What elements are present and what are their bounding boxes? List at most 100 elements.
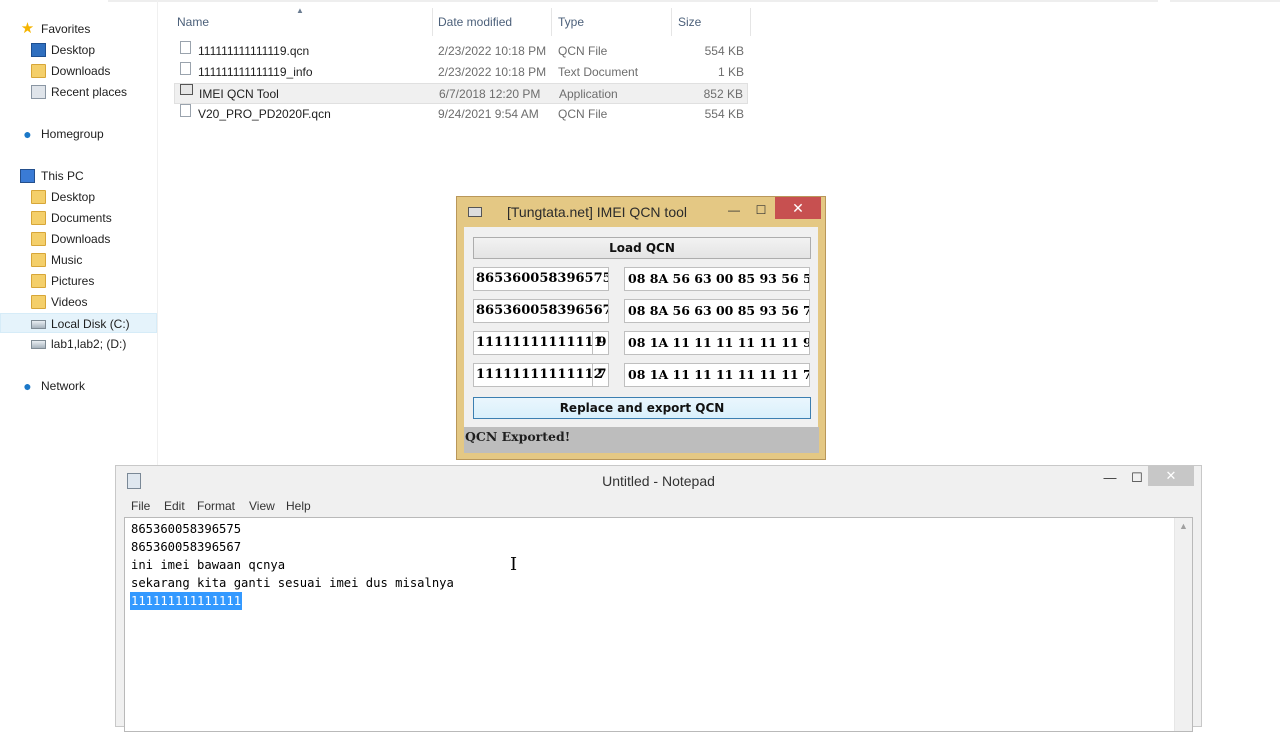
- nav-label: Desktop: [51, 43, 96, 57]
- nav-label: Downloads: [51, 232, 111, 246]
- file-date: 6/7/2018 12:20 PM: [439, 87, 541, 101]
- load-qcn-button[interactable]: Load QCN: [473, 237, 811, 259]
- text-editor-area[interactable]: 865360058396575 865360058396567 ini imei…: [124, 517, 1193, 732]
- nav-drive-d[interactable]: lab1,lab2; (D:): [0, 334, 157, 354]
- nav-label: Downloads: [51, 64, 111, 78]
- selected-text-line: 111111111111111: [130, 592, 243, 610]
- nav-pc-desktop[interactable]: Desktop: [0, 187, 157, 207]
- new-hex2-field[interactable]: 08 1A 11 11 11 11 11 11 72: [624, 363, 810, 387]
- text-line: 865360058396567: [131, 540, 242, 554]
- nav-label: Desktop: [51, 190, 96, 204]
- new-imei1-check-digit: 9: [592, 332, 608, 354]
- folder-icon: [31, 64, 46, 78]
- nav-pictures[interactable]: Pictures: [0, 271, 157, 291]
- column-header-type[interactable]: Type: [558, 0, 584, 44]
- maximize-icon[interactable]: ☐: [748, 201, 774, 219]
- scroll-up-icon[interactable]: ▲: [1175, 518, 1192, 535]
- minimize-icon[interactable]: —: [721, 201, 747, 219]
- replace-export-button[interactable]: Replace and export QCN: [473, 397, 811, 419]
- close-icon[interactable]: ✕: [1148, 466, 1194, 486]
- network-icon: ●: [23, 378, 32, 394]
- new-imei1-digits: 11111111111111: [476, 335, 603, 350]
- folder-icon: [31, 253, 46, 267]
- folder-icon: [31, 295, 46, 309]
- nav-label: Pictures: [51, 274, 95, 288]
- menu-edit[interactable]: Edit: [164, 496, 185, 516]
- star-icon: ★: [20, 20, 35, 37]
- file-name: 111111111111119_info: [198, 65, 313, 79]
- qcn-tool-window: [Tungtata.net] IMEI QCN tool — ☐ ✕ Load …: [456, 196, 826, 460]
- imei2-field[interactable]: 865360058396567: [473, 299, 609, 323]
- text-line: sekarang kita ganti sesuai imei dus misa…: [131, 576, 454, 590]
- file-size: 1 KB: [717, 65, 744, 79]
- new-imei2-field[interactable]: 11111111111112 7: [473, 363, 609, 387]
- toolbar-edge: [108, 0, 1158, 2]
- hex2-field[interactable]: 08 8A 56 63 00 85 93 56 76: [624, 299, 810, 323]
- text-line: ini imei bawaan qcnya: [131, 558, 286, 572]
- column-divider[interactable]: [750, 8, 751, 36]
- column-divider[interactable]: [551, 8, 552, 36]
- nav-favorites[interactable]: ★ Favorites: [0, 19, 157, 39]
- nav-homegroup[interactable]: ● Homegroup: [0, 124, 157, 144]
- column-header-size[interactable]: Size: [678, 0, 701, 44]
- column-header-name[interactable]: Name: [177, 0, 209, 44]
- menu-format[interactable]: Format: [197, 496, 235, 516]
- menu-view[interactable]: View: [249, 496, 275, 516]
- folder-icon: [31, 274, 46, 288]
- file-type: QCN File: [558, 44, 608, 58]
- disk-icon: [31, 340, 46, 349]
- nav-label: Documents: [51, 211, 112, 225]
- qcn-title-bar[interactable]: [Tungtata.net] IMEI QCN tool — ☐ ✕: [457, 197, 825, 227]
- notepad-window: Untitled - Notepad — ☐ ✕ File Edit Forma…: [115, 465, 1202, 732]
- nav-recent-places[interactable]: Recent places: [0, 82, 157, 102]
- hex1-field[interactable]: 08 8A 56 63 00 85 93 56 57: [624, 267, 810, 291]
- qcn-window-title: [Tungtata.net] IMEI QCN tool: [507, 204, 688, 220]
- text-cursor-icon: I: [510, 554, 518, 575]
- file-row[interactable]: 111111111111119.qcn 2/23/2022 10:18 PM Q…: [174, 41, 748, 62]
- file-date: 2/23/2022 10:18 PM: [438, 44, 547, 58]
- nav-label: This PC: [41, 169, 84, 183]
- nav-downloads[interactable]: Downloads: [0, 61, 157, 81]
- vertical-scrollbar[interactable]: ▲: [1174, 518, 1192, 731]
- column-header-date[interactable]: Date modified: [438, 0, 512, 44]
- notepad-title-bar[interactable]: Untitled - Notepad — ☐ ✕: [116, 466, 1201, 496]
- maximize-icon[interactable]: ☐: [1124, 468, 1150, 488]
- qcn-client-area: Load QCN 865360058396575 08 8A 56 63 00 …: [464, 227, 819, 453]
- nav-network[interactable]: ● Network: [0, 376, 157, 396]
- application-icon: [180, 84, 193, 95]
- column-divider[interactable]: [671, 8, 672, 36]
- nav-desktop[interactable]: Desktop: [0, 40, 157, 60]
- file-type: QCN File: [558, 107, 608, 121]
- nav-label: Videos: [51, 295, 88, 309]
- file-size: 554 KB: [704, 107, 744, 121]
- file-size: 852 KB: [703, 87, 743, 101]
- new-imei1-field[interactable]: 11111111111111 9: [473, 331, 609, 355]
- nav-label: Network: [41, 379, 86, 393]
- text-file-icon: [180, 62, 191, 75]
- close-icon[interactable]: ✕: [775, 197, 821, 219]
- sort-up-icon: ▲: [296, 6, 304, 15]
- file-row-selected[interactable]: IMEI QCN Tool 6/7/2018 12:20 PM Applicat…: [174, 83, 748, 104]
- nav-local-disk-c[interactable]: Local Disk (C:): [0, 313, 157, 333]
- file-row[interactable]: V20_PRO_PD2020F.qcn 9/24/2021 9:54 AM QC…: [174, 104, 748, 125]
- qcn-file-icon: [180, 104, 191, 117]
- menu-file[interactable]: File: [131, 496, 150, 516]
- column-divider[interactable]: [432, 8, 433, 36]
- folder-icon: [31, 190, 46, 204]
- menu-help[interactable]: Help: [286, 496, 311, 516]
- homegroup-icon: ●: [23, 126, 32, 142]
- imei1-field[interactable]: 865360058396575: [473, 267, 609, 291]
- menu-bar: File Edit Format View Help: [124, 496, 1194, 516]
- nav-pc-downloads[interactable]: Downloads: [0, 229, 157, 249]
- file-row[interactable]: 111111111111119_info 2/23/2022 10:18 PM …: [174, 62, 748, 83]
- nav-videos[interactable]: Videos: [0, 292, 157, 312]
- notepad-window-title: Untitled - Notepad: [602, 473, 715, 489]
- nav-music[interactable]: Music: [0, 250, 157, 270]
- nav-this-pc[interactable]: This PC: [0, 166, 157, 186]
- file-name: IMEI QCN Tool: [199, 87, 279, 101]
- nav-label: Music: [51, 253, 83, 267]
- nav-documents[interactable]: Documents: [0, 208, 157, 228]
- folder-icon: [31, 211, 46, 225]
- new-hex1-field[interactable]: 08 1A 11 11 11 11 11 11 91: [624, 331, 810, 355]
- minimize-icon[interactable]: —: [1097, 468, 1123, 488]
